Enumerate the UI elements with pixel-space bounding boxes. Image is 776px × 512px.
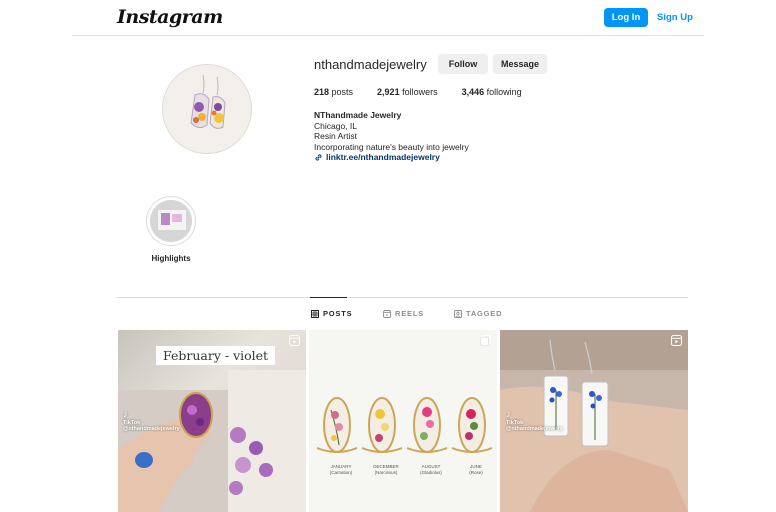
- tiktok-watermark: ♪ TikTok @nthandmadejewelry: [123, 409, 180, 433]
- tiktok-handle: @nthandmadejewelry: [123, 426, 180, 432]
- followers-count: 2,921: [377, 87, 400, 97]
- following-stat[interactable]: 3,446 following: [462, 87, 522, 97]
- month-flower: (Carnation): [329, 470, 353, 475]
- tab-tagged[interactable]: TAGGED: [454, 309, 502, 318]
- post-tile[interactable]: ♪ TikTok @nthandmadejewelry: [500, 330, 688, 512]
- follow-button[interactable]: Follow: [438, 54, 488, 74]
- highlight-circle[interactable]: [146, 196, 196, 246]
- tabs-divider: [117, 297, 688, 298]
- reels-icon: [383, 309, 391, 318]
- tab-reels-label: REELS: [395, 309, 425, 318]
- followers-stat[interactable]: 2,921 followers: [377, 87, 438, 97]
- active-tab-indicator: [310, 297, 347, 298]
- signup-link[interactable]: Sign Up: [657, 12, 693, 23]
- tab-tagged-label: TAGGED: [466, 309, 503, 318]
- month-flower: (Narcissus): [374, 470, 398, 475]
- tab-posts[interactable]: POSTS: [311, 309, 352, 318]
- month-flower: (Gladiolus): [420, 470, 442, 475]
- tiktok-handle: @nthandmadejewelry: [506, 426, 563, 432]
- month-label: JANUARY (Carnation): [321, 464, 361, 476]
- post-caption-overlay: February - violet: [156, 346, 276, 365]
- top-bar: Instagram Log In Sign Up: [0, 0, 776, 36]
- post-tile[interactable]: February - violet ♪ TikTok @nthandmadeje…: [118, 330, 306, 512]
- highlight-thumbnail-icon: [150, 200, 192, 242]
- bio-role: Resin Artist: [314, 131, 357, 142]
- tiktok-watermark: ♪ TikTok @nthandmadejewelry: [506, 409, 563, 433]
- bio-location: Chicago, IL: [314, 120, 357, 131]
- post-tile[interactable]: JANUARY (Carnation) DECEMBER (Narcissus) A…: [309, 330, 497, 512]
- month-flower: (Rose): [469, 470, 483, 475]
- month-label: DECEMBER (Narcissus): [366, 464, 406, 476]
- followers-label: followers: [399, 87, 438, 97]
- posts-label: posts: [329, 87, 354, 97]
- profile-bio: NThandmade Jewelry Chicago, IL Resin Art…: [314, 110, 469, 163]
- link-icon: [315, 154, 322, 161]
- posts-count: 218: [314, 87, 330, 97]
- month-labels: JANUARY (Carnation) DECEMBER (Narcissus) A…: [321, 464, 496, 476]
- highlight-cover: [150, 200, 192, 242]
- tab-posts-label: POSTS: [323, 309, 353, 318]
- header-divider: [72, 35, 704, 36]
- tab-reels[interactable]: REELS: [383, 309, 424, 318]
- tagged-icon: [454, 309, 462, 318]
- instagram-logo[interactable]: Instagram: [117, 6, 223, 28]
- following-label: following: [484, 87, 522, 97]
- tiktok-icon: ♪: [506, 409, 511, 420]
- earrings-photo: [163, 65, 251, 153]
- reel-icon: [671, 335, 682, 346]
- posts-stat: 218 posts: [314, 87, 353, 97]
- bio-link-text: linktr.ee/nthandmadejewelry: [326, 152, 440, 163]
- following-count: 3,446: [461, 87, 485, 97]
- post-photo-rings: [309, 330, 497, 512]
- bio-link[interactable]: linktr.ee/nthandmadejewelry: [314, 152, 469, 163]
- login-button[interactable]: Log In: [604, 8, 648, 27]
- profile-username: nthandmadejewelry: [314, 57, 427, 72]
- tiktok-icon: ♪: [123, 409, 128, 420]
- month-label: AUGUST (Gladiolus): [411, 464, 451, 476]
- profile-stats: 218 posts 2,921 followers 3,446 followin…: [314, 87, 546, 97]
- reel-icon: [289, 335, 300, 346]
- grid-icon: [311, 309, 319, 318]
- highlight-label: Highlights: [151, 254, 191, 263]
- profile-avatar[interactable]: [162, 64, 252, 154]
- display-name: NThandmade Jewelry: [314, 110, 402, 120]
- carousel-icon: [480, 335, 491, 346]
- bio-text: Incorporating nature's beauty into jewel…: [314, 141, 469, 152]
- month-label: JUNE (Rose): [456, 464, 496, 476]
- message-button[interactable]: Message: [493, 54, 547, 74]
